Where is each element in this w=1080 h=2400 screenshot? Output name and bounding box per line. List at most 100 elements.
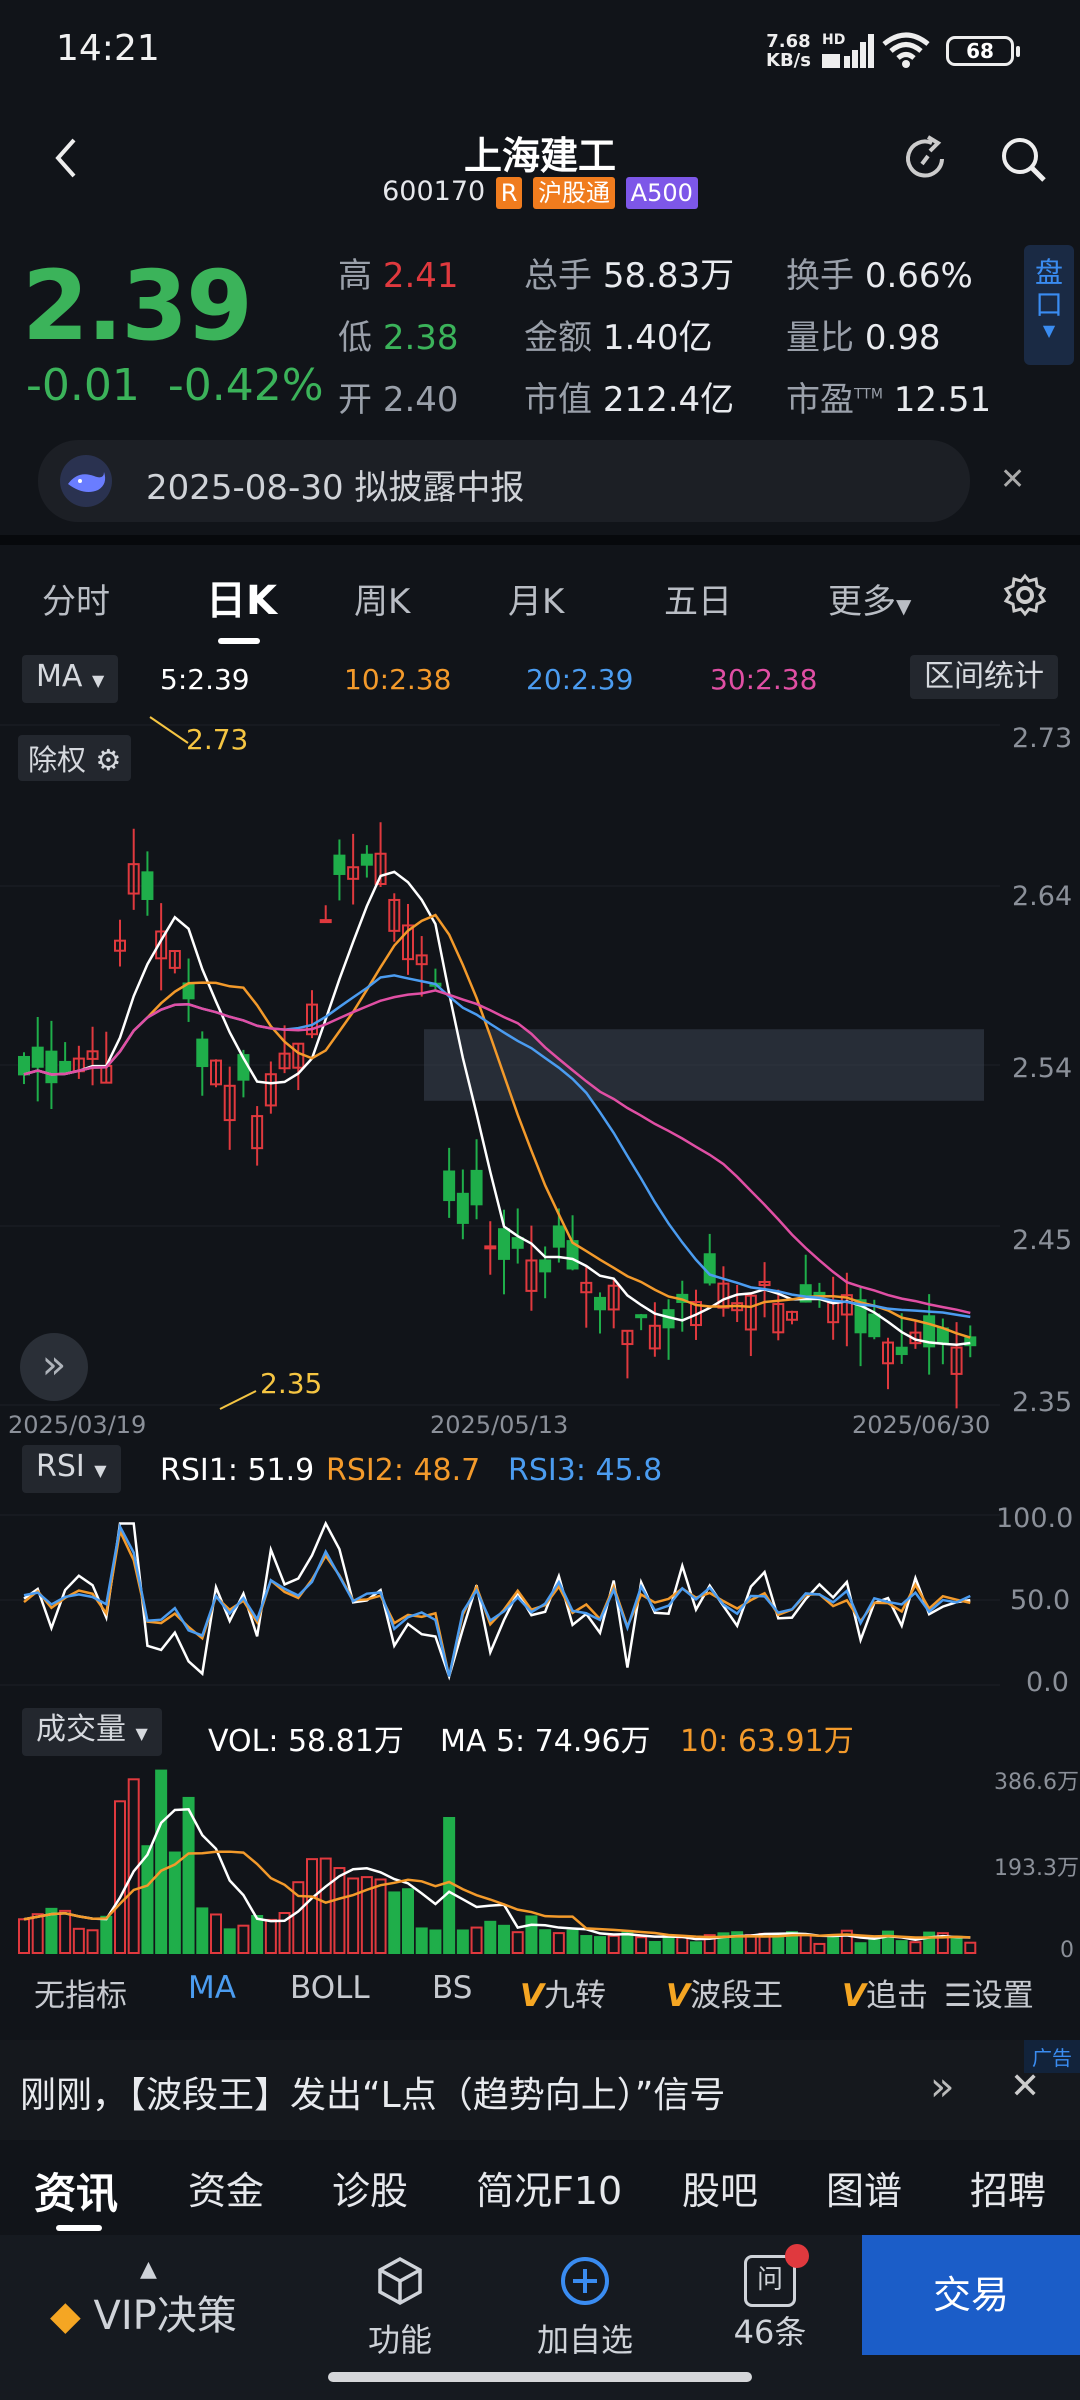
volume-bar <box>388 1891 401 1955</box>
volume-bar <box>662 1935 675 1954</box>
func-button[interactable]: 功能 <box>350 2255 450 2361</box>
turnover-label: 换手 <box>786 256 854 296</box>
rsi-chart[interactable]: 100.0 50.0 0.0 <box>0 1495 1080 1705</box>
volume-bar <box>31 1913 44 1955</box>
v-badge-icon: V <box>520 1978 544 2014</box>
candle-body <box>360 853 373 866</box>
tag-r: R <box>495 176 523 209</box>
vip-button[interactable]: ◆ VIP决策 <box>50 2283 237 2341</box>
candle-body <box>18 1055 30 1076</box>
notice-text: 2025-08-30 拟披露中报 <box>146 468 525 508</box>
y-tick-4: 2.45 <box>1012 1225 1073 1256</box>
tab-month-k[interactable]: 月K <box>508 574 564 623</box>
mcap-label: 市值 <box>524 380 592 420</box>
tab-jobs[interactable]: 招聘 <box>970 2160 1046 2215</box>
close-icon[interactable]: ✕ <box>1000 462 1025 497</box>
candle-body <box>141 871 154 900</box>
stock-code: 600170 <box>382 176 486 207</box>
tab-more-label: 更多 <box>828 582 896 622</box>
tab-fenshi[interactable]: 分时 <box>42 574 110 623</box>
rsi1-value: RSI1: 51.9 <box>160 1453 315 1488</box>
volume-bar <box>196 1907 209 1954</box>
high-cell: 高 2.41 <box>338 248 459 297</box>
tab-f10[interactable]: 简况F10 <box>476 2160 622 2215</box>
ind-settings[interactable]: ☰设置 <box>944 1970 1034 2015</box>
volume-bar <box>690 1941 702 1955</box>
ma20-line <box>23 974 971 1319</box>
tab-week-k[interactable]: 周K <box>354 574 410 623</box>
notice-bar[interactable]: 2025-08-30 拟披露中报 <box>38 440 970 522</box>
close-icon[interactable]: ✕ <box>1010 2066 1040 2107</box>
volume-bar <box>347 1877 360 1954</box>
ind-jiuzhuan[interactable]: V九转 <box>520 1970 606 2015</box>
volume-selector[interactable]: 成交量 ▼ <box>22 1708 162 1756</box>
ind-boduanwang-label: 波段王 <box>690 1978 783 2014</box>
pankou-button[interactable]: 盘 口 ▼ <box>1024 245 1074 365</box>
tab-diagnose[interactable]: 诊股 <box>332 2160 408 2215</box>
volratio-label: 量比 <box>786 318 854 358</box>
rsi3-value: RSI3: 45.8 <box>508 1453 663 1488</box>
fast-forward-icon[interactable]: » <box>20 1333 88 1401</box>
candle-body <box>333 854 346 875</box>
chuquan-button[interactable]: 除权 ⚙ <box>18 735 132 781</box>
add-watch-button[interactable]: 加自选 <box>530 2255 640 2361</box>
ind-boll[interactable]: BOLL <box>290 1970 370 2006</box>
ad-banner[interactable]: 刚刚，【波段王】发出“L点（趋势向上）”信号 广告 » ✕ <box>0 2040 1080 2140</box>
refresh-icon[interactable] <box>898 132 952 186</box>
tag-a500: A500 <box>625 176 698 209</box>
volume-bar <box>539 1929 552 1954</box>
ma-selector[interactable]: MA ▼ <box>22 655 119 703</box>
rsi-svg <box>0 1514 1000 1686</box>
section-divider <box>0 535 1080 545</box>
low-cell: 低 2.38 <box>338 310 459 359</box>
rsi-selector[interactable]: RSI ▼ <box>22 1445 121 1493</box>
min-pointer <box>219 1390 257 1410</box>
open-cell: 开 2.40 <box>338 372 459 421</box>
volume-bar <box>402 1888 414 1954</box>
search-icon[interactable] <box>998 134 1050 186</box>
net-speed: 7.68 KB/s <box>766 32 811 70</box>
ask-button[interactable]: 问 46条 <box>720 2244 820 2353</box>
volume-bar <box>237 1924 250 1955</box>
ind-zhuiji-label: 追击 <box>866 1978 928 2014</box>
ind-none[interactable]: 无指标 <box>34 1970 127 2015</box>
volume-chart[interactable]: 386.6万 193.3万 0 <box>0 1758 1080 1963</box>
volume-label: 总手 <box>524 256 592 296</box>
candle-body <box>470 1169 483 1206</box>
tab-graph[interactable]: 图谱 <box>826 2160 902 2215</box>
ind-bs[interactable]: BS <box>432 1970 472 2006</box>
volume-bar <box>155 1769 168 1954</box>
max-pointer <box>149 716 189 744</box>
volume-bar <box>319 1857 332 1954</box>
tab-day-k[interactable]: 日K <box>206 568 277 626</box>
trade-button[interactable]: 交易 <box>862 2235 1080 2355</box>
range-stats-button[interactable]: 区间统计 <box>910 655 1058 699</box>
candle-body <box>539 1259 552 1273</box>
pe-cell: 市盈TTM 12.51 <box>786 372 991 421</box>
price-change: -0.01 -0.42% <box>26 360 324 411</box>
mcap-value: 212.4亿 <box>602 380 735 420</box>
amount-value: 1.40亿 <box>602 318 713 358</box>
change-value: -0.01 <box>26 360 140 411</box>
volume-bar <box>580 1935 593 1954</box>
ind-ma[interactable]: MA <box>188 1970 236 2006</box>
amount-label: 金额 <box>524 318 592 358</box>
volume-bar <box>415 1927 428 1954</box>
kline-chart[interactable]: 除权 ⚙ 2.73 2.64 2.54 2.45 2.35 2025/03/19… <box>0 705 1080 1445</box>
tab-more[interactable]: 更多▼ <box>828 574 911 623</box>
volume-bar <box>525 1915 538 1954</box>
ask-icon-label: 问 <box>756 2265 783 2295</box>
ind-boduanwang[interactable]: V波段王 <box>666 1970 783 2015</box>
double-chevron-icon[interactable]: » <box>930 2064 954 2110</box>
ind-zhuiji[interactable]: V追击 <box>842 1970 938 2015</box>
tab-funds[interactable]: 资金 <box>188 2160 264 2215</box>
volume-bar <box>100 1915 113 1955</box>
ma-bar: MA ▼ 5:2.39 10:2.38 20:2.39 30:2.38 区间统计 <box>0 655 1080 705</box>
tab-news[interactable]: 资讯 <box>34 2160 118 2221</box>
chevron-down-icon: ▼ <box>135 1724 148 1743</box>
tab-five-day[interactable]: 五日 <box>664 574 732 623</box>
gear-icon[interactable] <box>1002 572 1048 618</box>
tab-forum[interactable]: 股吧 <box>682 2160 758 2215</box>
volume-bar: 成交量 ▼ VOL: 58.81万 MA 5: 74.96万 10: 63.91… <box>0 1708 1080 1759</box>
v-badge-icon: V <box>666 1978 690 2014</box>
